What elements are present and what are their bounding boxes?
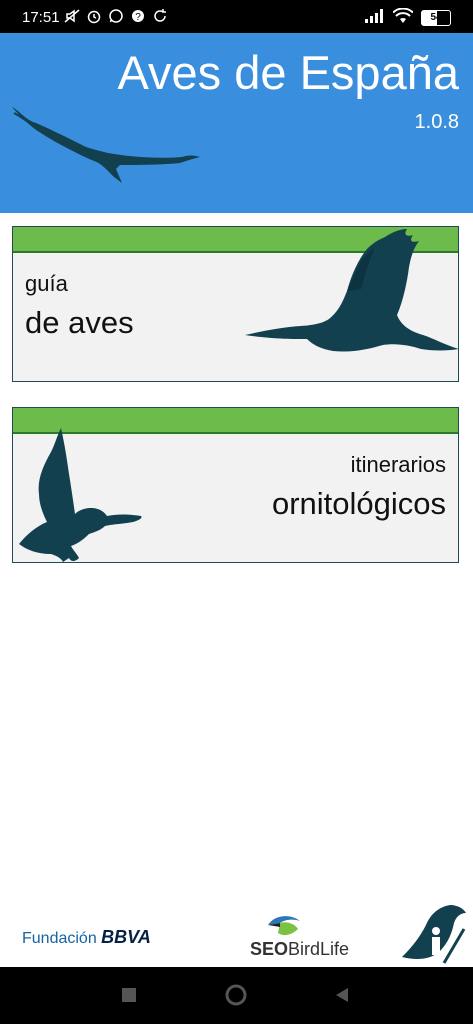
help-icon: ? xyxy=(130,8,146,24)
sponsors-footer: Fundación BBVA SEOBirdLife xyxy=(0,895,473,967)
clock: 17:51 xyxy=(22,9,60,26)
itineraries-card[interactable]: itinerarios ornitológicos xyxy=(12,407,459,563)
status-bar: 17:51 ? 54 xyxy=(0,0,473,33)
recent-apps-button[interactable] xyxy=(120,986,138,1004)
fundacion-bbva-logo[interactable]: Fundación BBVA xyxy=(22,927,151,948)
card-subtitle: itinerarios xyxy=(350,452,446,477)
battery-icon: 54 xyxy=(421,9,451,26)
wifi-icon xyxy=(392,7,414,27)
app-version: 1.0.8 xyxy=(414,111,459,133)
flying-bird-icon xyxy=(12,107,200,183)
seo-sub: BirdLife xyxy=(288,939,350,959)
bbva-brand: BBVA xyxy=(101,927,151,947)
alarm-icon xyxy=(86,8,102,24)
battery-level: 54 xyxy=(430,11,442,23)
app-header: Aves de España 1.0.8 xyxy=(0,33,473,213)
card-subtitle: guía xyxy=(25,271,68,296)
info-bird-logo[interactable] xyxy=(398,897,468,967)
bbva-prefix: Fundación xyxy=(22,930,97,947)
signal-icon xyxy=(365,9,385,26)
whatsapp-icon xyxy=(108,8,124,24)
system-nav-bar xyxy=(0,967,473,1024)
app-title: Aves de España xyxy=(117,46,459,99)
home-button[interactable] xyxy=(224,983,248,1007)
sync-icon xyxy=(152,8,168,24)
heron-silhouette-icon xyxy=(245,229,458,352)
seo-main: SEO xyxy=(250,939,289,959)
bird-guide-card[interactable]: guía de aves xyxy=(12,226,459,382)
kingfisher-icon xyxy=(268,916,300,936)
mute-icon xyxy=(64,8,80,24)
seo-birdlife-logo[interactable]: SEOBirdLife xyxy=(250,911,349,960)
back-button[interactable] xyxy=(334,986,352,1004)
card-title: ornitológicos xyxy=(271,486,446,521)
card-title: de aves xyxy=(25,305,134,340)
svg-text:?: ? xyxy=(135,12,141,23)
owl-silhouette-icon xyxy=(19,428,142,562)
